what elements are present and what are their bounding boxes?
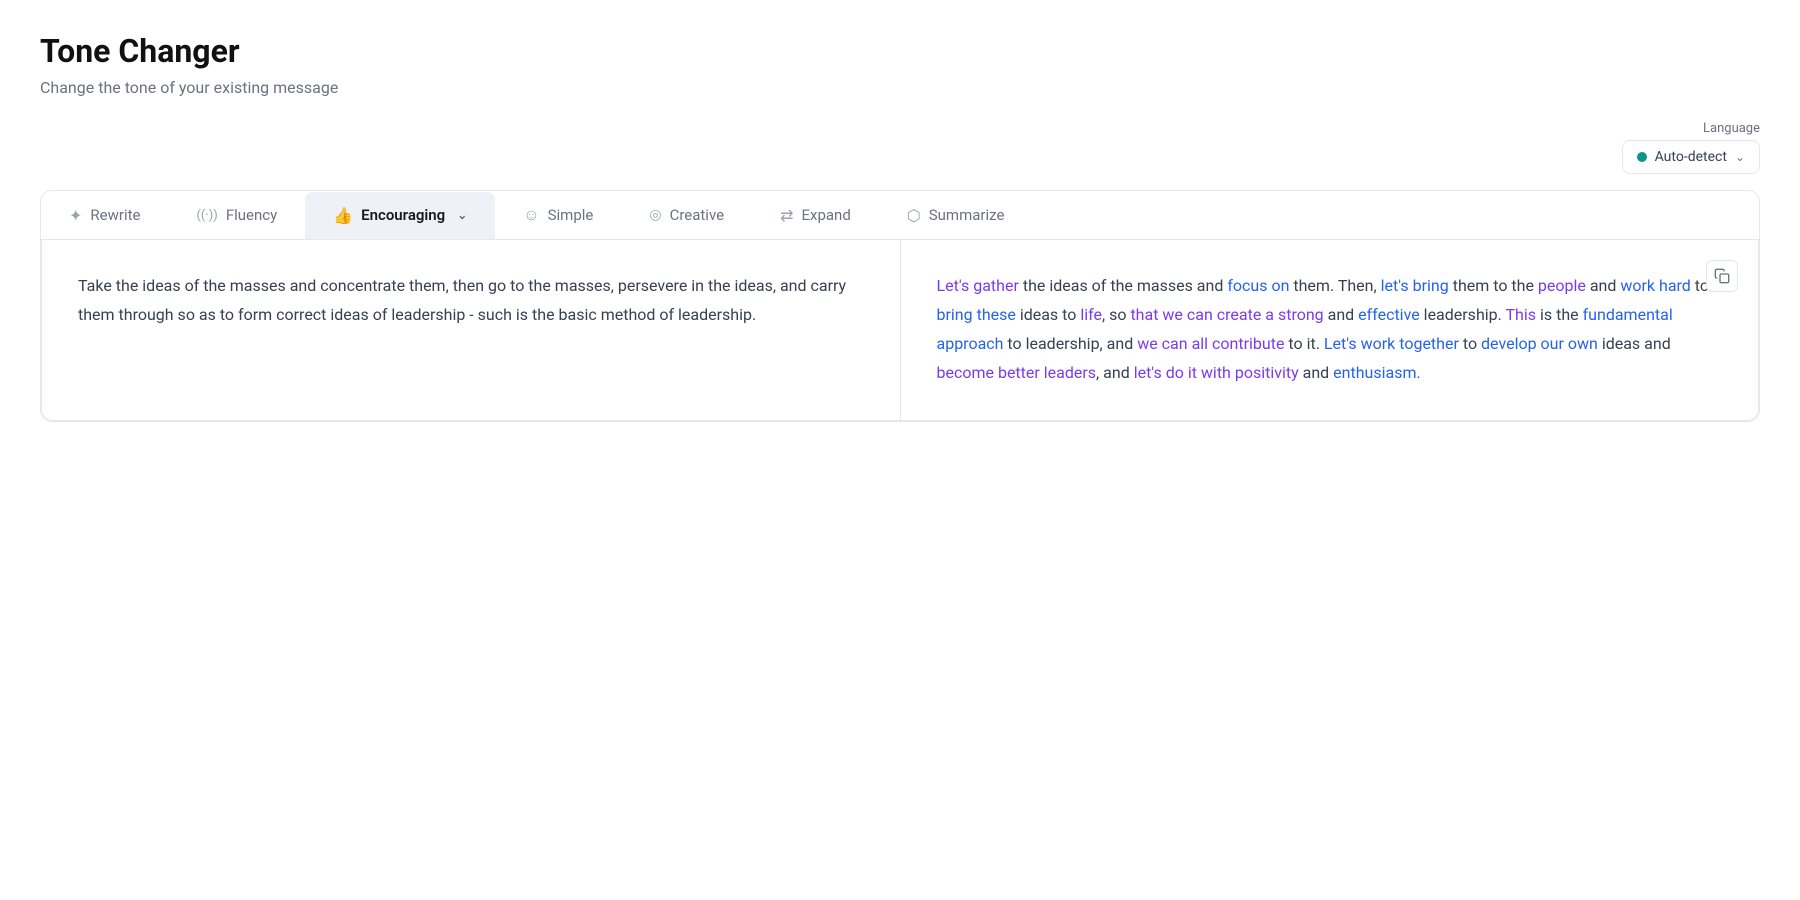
result-segment-7: and bbox=[1586, 276, 1621, 295]
simple-icon: ☺ bbox=[523, 205, 539, 225]
language-label: Language bbox=[1703, 121, 1760, 136]
result-segment-30: let's do it with positivity bbox=[1134, 363, 1299, 382]
summarize-icon: ⬡ bbox=[907, 206, 921, 225]
result-segment-19: is the bbox=[1536, 305, 1583, 324]
tab-summarize[interactable]: ⬡ Summarize bbox=[879, 192, 1033, 239]
tab-simple[interactable]: ☺ Simple bbox=[495, 191, 621, 239]
result-segment-25: to bbox=[1459, 334, 1481, 353]
result-segment-15: and bbox=[1324, 305, 1359, 324]
tab-fluency-label: Fluency bbox=[226, 206, 277, 224]
result-segment-4: let's bring bbox=[1381, 276, 1449, 295]
tone-tool-container: ✦ Rewrite ((·)) Fluency 👍 Encouraging ⌄ … bbox=[40, 190, 1760, 421]
result-segment-22: we can all contribute bbox=[1137, 334, 1284, 353]
encouraging-dropdown-icon: ⌄ bbox=[457, 208, 467, 222]
result-segment-18: This bbox=[1506, 305, 1537, 324]
result-segment-12: life bbox=[1080, 305, 1102, 324]
result-segment-14: that we can create a strong bbox=[1130, 305, 1323, 324]
result-segment-2: focus on bbox=[1227, 276, 1289, 295]
result-segment-5: them to the bbox=[1449, 276, 1538, 295]
result-segment-11: ideas to bbox=[1016, 305, 1080, 324]
result-text: Let's gather the ideas of the masses and… bbox=[937, 272, 1723, 387]
tab-expand[interactable]: ⇄ Expand bbox=[752, 192, 879, 239]
result-segment-23: to it. bbox=[1284, 334, 1323, 353]
result-segment-26: develop our own bbox=[1481, 334, 1598, 353]
tabs-bar: ✦ Rewrite ((·)) Fluency 👍 Encouraging ⌄ … bbox=[41, 191, 1759, 240]
page-subtitle: Change the tone of your existing message bbox=[40, 78, 1760, 97]
page-title: Tone Changer bbox=[40, 32, 1760, 70]
copy-button[interactable] bbox=[1706, 260, 1738, 292]
result-segment-29: , and bbox=[1096, 363, 1134, 382]
chevron-down-icon: ⌄ bbox=[1735, 150, 1745, 164]
language-selected: Auto-detect bbox=[1655, 149, 1727, 165]
original-pane: Take the ideas of the masses and concent… bbox=[42, 240, 901, 419]
result-segment-10: bring these bbox=[937, 305, 1016, 324]
result-segment-13: , so bbox=[1102, 305, 1130, 324]
result-segment-31: and bbox=[1299, 363, 1334, 382]
tab-encouraging[interactable]: 👍 Encouraging ⌄ bbox=[305, 192, 495, 239]
tab-expand-label: Expand bbox=[801, 206, 850, 224]
result-segment-32: enthusiasm. bbox=[1333, 363, 1421, 382]
original-text: Take the ideas of the masses and concent… bbox=[78, 272, 864, 330]
tab-rewrite-label: Rewrite bbox=[90, 206, 140, 224]
tab-creative[interactable]: ◎ Creative bbox=[621, 192, 752, 238]
tab-summarize-label: Summarize bbox=[929, 206, 1005, 224]
tab-rewrite[interactable]: ✦ Rewrite bbox=[41, 192, 168, 239]
result-segment-28: become better leaders bbox=[937, 363, 1097, 382]
tab-fluency[interactable]: ((·)) Fluency bbox=[168, 192, 305, 238]
page-header: Tone Changer Change the tone of your exi… bbox=[40, 32, 1760, 97]
result-segment-17: leadership. bbox=[1420, 305, 1506, 324]
result-segment-1: the ideas of the masses and bbox=[1019, 276, 1227, 295]
tab-encouraging-label: Encouraging bbox=[361, 206, 445, 224]
result-pane: Let's gather the ideas of the masses and… bbox=[901, 240, 1759, 419]
fluency-icon: ((·)) bbox=[196, 208, 217, 223]
language-selector-container: Language Auto-detect ⌄ bbox=[40, 121, 1760, 174]
rewrite-icon: ✦ bbox=[69, 206, 82, 225]
result-segment-3: them. Then, bbox=[1289, 276, 1380, 295]
encouraging-icon: 👍 bbox=[333, 206, 353, 225]
result-segment-27: ideas and bbox=[1598, 334, 1671, 353]
creative-icon: ◎ bbox=[649, 207, 661, 223]
result-segment-24: Let's work together bbox=[1324, 334, 1459, 353]
language-dot bbox=[1637, 152, 1647, 162]
language-dropdown[interactable]: Auto-detect ⌄ bbox=[1622, 140, 1760, 174]
content-area: Take the ideas of the masses and concent… bbox=[41, 240, 1759, 420]
tab-creative-label: Creative bbox=[670, 206, 725, 224]
result-segment-16: effective bbox=[1358, 305, 1420, 324]
expand-icon: ⇄ bbox=[780, 206, 793, 225]
result-segment-21: to leadership, and bbox=[1003, 334, 1137, 353]
tab-simple-label: Simple bbox=[548, 206, 594, 224]
result-segment-8: work hard bbox=[1620, 276, 1690, 295]
result-segment-6: people bbox=[1538, 276, 1586, 295]
copy-icon bbox=[1714, 268, 1730, 284]
result-segment-0: Let's gather bbox=[937, 276, 1019, 295]
